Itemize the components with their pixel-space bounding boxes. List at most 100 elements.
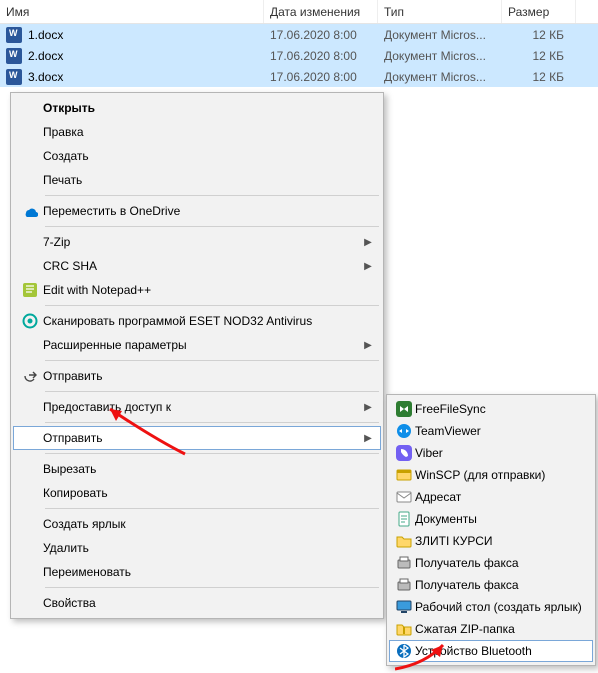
bluetooth-icon <box>393 643 415 659</box>
sendto-item-label: Адресат <box>415 490 589 504</box>
context-menu-item[interactable]: Правка <box>13 120 381 144</box>
file-row[interactable]: 1.docx17.06.2020 8:00Документ Micros...1… <box>0 24 598 45</box>
menu-separator <box>45 305 379 306</box>
column-header-type[interactable]: Тип <box>378 0 502 23</box>
menu-item-label: Удалить <box>43 541 359 555</box>
menu-separator <box>45 422 379 423</box>
file-date: 17.06.2020 8:00 <box>264 70 378 84</box>
sendto-item-label: Viber <box>415 446 589 460</box>
menu-item-label: Вырезать <box>43 462 359 476</box>
file-list: 1.docx17.06.2020 8:00Документ Micros...1… <box>0 24 598 87</box>
sendto-item[interactable]: Устройство Bluetooth <box>389 640 593 662</box>
column-header-size[interactable]: Размер <box>502 0 576 23</box>
context-menu-item[interactable]: Edit with Notepad++ <box>13 278 381 302</box>
context-menu-item[interactable]: Предоставить доступ к▶ <box>13 395 381 419</box>
menu-item-label: Отправить <box>43 431 359 445</box>
menu-item-label: Создать ярлык <box>43 517 359 531</box>
sendto-item-label: FreeFileSync <box>415 402 589 416</box>
sendto-item[interactable]: Получатель факса <box>389 552 593 574</box>
context-menu-item[interactable]: Переименовать <box>13 560 381 584</box>
word-doc-icon <box>6 48 22 64</box>
context-menu-item[interactable]: Создать <box>13 144 381 168</box>
context-menu-item[interactable]: Вырезать <box>13 457 381 481</box>
context-menu-item[interactable]: Печать <box>13 168 381 192</box>
context-menu-item[interactable]: Открыть <box>13 96 381 120</box>
fax-icon <box>393 577 415 593</box>
sendto-item-label: Сжатая ZIP-папка <box>415 622 589 636</box>
submenu-arrow-icon: ▶ <box>359 433 377 444</box>
menu-separator <box>45 508 379 509</box>
context-menu-item[interactable]: Переместить в OneDrive <box>13 199 381 223</box>
sendto-item[interactable]: Рабочий стол (создать ярлык) <box>389 596 593 618</box>
docs-icon <box>393 511 415 527</box>
sendto-item[interactable]: Сжатая ZIP-папка <box>389 618 593 640</box>
sendto-item-label: TeamViewer <box>415 424 589 438</box>
file-name: 3.docx <box>28 70 63 84</box>
menu-item-label: Создать <box>43 149 359 163</box>
share-icon <box>17 368 43 384</box>
onedrive-icon <box>17 203 43 219</box>
file-row[interactable]: 3.docx 17.06.2020 8:00Документ Micros...1… <box>0 66 598 87</box>
menu-separator <box>45 453 379 454</box>
menu-item-label: Копировать <box>43 486 359 500</box>
sendto-item[interactable]: FreeFileSync <box>389 398 593 420</box>
context-menu-item[interactable]: Создать ярлык <box>13 512 381 536</box>
sendto-item[interactable]: Адресат <box>389 486 593 508</box>
zip-icon <box>393 621 415 637</box>
submenu-arrow-icon: ▶ <box>359 340 377 351</box>
sendto-item-label: Рабочий стол (создать ярлык) <box>415 600 589 614</box>
notepadpp-icon <box>17 282 43 298</box>
file-date: 17.06.2020 8:00 <box>264 49 378 63</box>
mail-icon <box>393 489 415 505</box>
context-menu-item[interactable]: Удалить <box>13 536 381 560</box>
fax-icon <box>393 555 415 571</box>
context-menu-item[interactable]: Свойства <box>13 591 381 615</box>
file-type: Документ Micros... <box>378 70 502 84</box>
sendto-item[interactable]: WinSCP (для отправки) <box>389 464 593 486</box>
winscp-icon <box>393 467 415 483</box>
menu-item-label: Сканировать программой ESET NOD32 Antivi… <box>43 314 359 328</box>
eset-icon <box>17 313 43 329</box>
menu-item-label: Свойства <box>43 596 359 610</box>
context-menu-item[interactable]: 7-Zip▶ <box>13 230 381 254</box>
menu-item-label: Расширенные параметры <box>43 338 359 352</box>
menu-item-label: Переименовать <box>43 565 359 579</box>
file-size: 12 КБ <box>502 28 576 42</box>
folder-icon <box>393 533 415 549</box>
sendto-item[interactable]: TeamViewer <box>389 420 593 442</box>
context-menu-item[interactable]: Отправить <box>13 364 381 388</box>
sendto-item[interactable]: Документы <box>389 508 593 530</box>
teamviewer-icon <box>393 423 415 439</box>
menu-item-label: 7-Zip <box>43 235 359 249</box>
file-row[interactable]: 2.docx17.06.2020 8:00Документ Micros...1… <box>0 45 598 66</box>
context-menu-item[interactable]: CRC SHA▶ <box>13 254 381 278</box>
submenu-arrow-icon: ▶ <box>359 261 377 272</box>
column-header-date[interactable]: Дата изменения <box>264 0 378 23</box>
sendto-item-label: Получатель факса <box>415 578 589 592</box>
sendto-item-label: WinSCP (для отправки) <box>415 468 589 482</box>
context-menu-item[interactable]: Отправить▶ <box>13 426 381 450</box>
sendto-submenu: FreeFileSync TeamViewer Viber WinSCP (для о… <box>386 394 596 666</box>
sendto-item[interactable]: ЗЛИТІ КУРСИ <box>389 530 593 552</box>
sendto-item[interactable]: Viber <box>389 442 593 464</box>
sendto-item-label: ЗЛИТІ КУРСИ <box>415 534 589 548</box>
file-size: 12 КБ <box>502 70 576 84</box>
file-type: Документ Micros... <box>378 49 502 63</box>
menu-item-label: Печать <box>43 173 359 187</box>
file-type: Документ Micros... <box>378 28 502 42</box>
column-header-name[interactable]: Имя <box>0 0 264 23</box>
word-doc-icon <box>6 69 22 85</box>
file-size: 12 КБ <box>502 49 576 63</box>
context-menu-item[interactable]: Сканировать программой ESET NOD32 Antivi… <box>13 309 381 333</box>
submenu-arrow-icon: ▶ <box>359 237 377 248</box>
context-menu-item[interactable]: Копировать <box>13 481 381 505</box>
menu-item-label: Открыть <box>43 101 359 115</box>
sendto-item[interactable]: Получатель факса <box>389 574 593 596</box>
menu-item-label: Предоставить доступ к <box>43 400 359 414</box>
menu-separator <box>45 226 379 227</box>
context-menu: Открыть Правка Создать Печать Переместить в … <box>10 92 384 619</box>
context-menu-item[interactable]: Расширенные параметры▶ <box>13 333 381 357</box>
menu-item-label: Отправить <box>43 369 359 383</box>
menu-separator <box>45 195 379 196</box>
sendto-item-label: Получатель факса <box>415 556 589 570</box>
